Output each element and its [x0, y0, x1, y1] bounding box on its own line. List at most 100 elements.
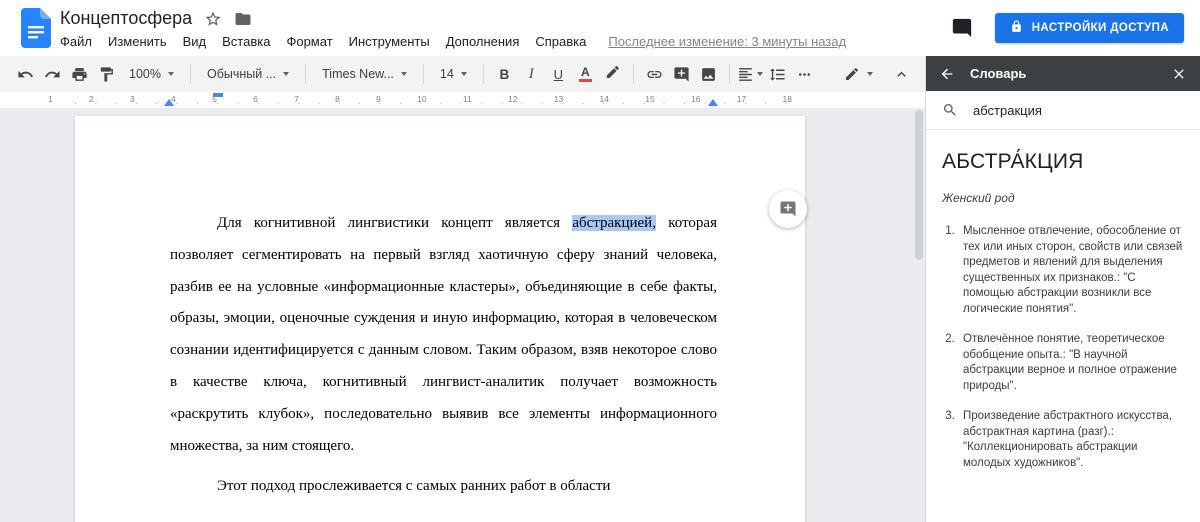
ruler-number: 9	[376, 94, 381, 104]
docs-logo-icon[interactable]	[21, 8, 51, 48]
text-color-label: A	[581, 67, 590, 78]
add-comment-fab[interactable]	[769, 190, 807, 228]
more-horizontal-icon	[796, 66, 813, 83]
ruler-number: 16	[691, 94, 700, 104]
sidebar-title: Словарь	[970, 66, 1156, 81]
ruler-number: 14	[600, 94, 609, 104]
paint-roller-icon	[98, 66, 115, 83]
highlight-color-button[interactable]	[599, 61, 626, 87]
pencil-icon	[844, 66, 860, 82]
paragraph-2: Этот подход прослеживается с самых ранни…	[170, 471, 717, 503]
menu-list: ФайлИзменитьВидВставкаФорматИнструментыД…	[52, 31, 594, 52]
font-family-value: Times New...	[322, 67, 394, 81]
bold-button[interactable]: B	[491, 61, 518, 87]
paint-format-button[interactable]	[93, 61, 120, 87]
document-canvas[interactable]: Для когнитивной лингвистики концепт явля…	[0, 108, 925, 522]
text-color-button[interactable]: A	[572, 61, 599, 87]
share-settings-button[interactable]: НАСТРОЙКИ ДОСТУПА	[995, 13, 1184, 43]
scrollbar-thumb[interactable]	[915, 110, 923, 260]
last-edit-link[interactable]: Последнее изменение: 3 минуты назад	[608, 34, 846, 49]
zoom-select[interactable]: 100%	[120, 61, 183, 87]
editing-mode-select[interactable]	[835, 61, 882, 87]
paragraph-1-before: Для когнитивной лингвистики концепт явля…	[217, 215, 572, 231]
caret-down-icon	[867, 72, 873, 76]
redo-button[interactable]	[39, 61, 66, 87]
menu-item[interactable]: Справка	[527, 31, 594, 52]
menu-item[interactable]: Дополнения	[438, 31, 528, 52]
caret-down-icon	[168, 72, 174, 76]
ruler-number: 10	[417, 94, 426, 104]
comment-plus-icon	[779, 200, 797, 218]
definition-item: Мысленное отвлечение, обособление от тех…	[958, 224, 1184, 317]
toolbar-separator	[633, 64, 634, 84]
align-left-icon	[737, 66, 754, 83]
print-icon	[71, 66, 88, 83]
font-size-select[interactable]: 14	[431, 61, 476, 87]
highlighted-word[interactable]: абстракцией,	[572, 215, 656, 231]
align-button[interactable]	[737, 61, 764, 87]
more-options-button[interactable]	[791, 61, 818, 87]
sidebar-header: Словарь	[926, 56, 1200, 91]
paragraph-style-value: Обычный ...	[207, 67, 276, 81]
print-button[interactable]	[66, 61, 93, 87]
ruler-number: 15	[645, 94, 654, 104]
insert-image-button[interactable]	[695, 61, 722, 87]
menu-item[interactable]: Вставка	[214, 31, 278, 52]
toolbar-separator	[423, 64, 424, 84]
topbar-right: НАСТРОЙКИ ДОСТУПА	[951, 13, 1184, 43]
right-indent-marker[interactable]	[708, 99, 718, 106]
ruler-number: 7	[294, 94, 299, 104]
menu-item[interactable]: Формат	[278, 31, 340, 52]
star-icon[interactable]	[204, 10, 222, 28]
undo-icon	[17, 66, 34, 83]
ruler-number: 17	[737, 94, 746, 104]
ruler-number: 1	[48, 94, 53, 104]
ruler-number: 18	[783, 94, 792, 104]
caret-down-icon	[401, 72, 407, 76]
ruler-number: 2	[89, 94, 94, 104]
document-page[interactable]: Для когнитивной лингвистики концепт явля…	[75, 116, 805, 522]
toolbar-right-group	[835, 61, 925, 87]
move-to-folder-icon[interactable]	[234, 10, 252, 28]
menu-item[interactable]: Инструменты	[341, 31, 438, 52]
italic-button[interactable]: I	[518, 61, 545, 87]
menu-item[interactable]: Вид	[175, 31, 215, 52]
paragraph-1: Для когнитивной лингвистики концепт явля…	[170, 208, 717, 462]
menu-item[interactable]: Изменить	[100, 31, 175, 52]
menu-item[interactable]: Файл	[52, 31, 100, 52]
redo-icon	[44, 66, 61, 83]
chevron-up-icon	[893, 66, 910, 83]
undo-button[interactable]	[12, 61, 39, 87]
comments-icon[interactable]	[951, 17, 973, 39]
toolbar-separator	[729, 64, 730, 84]
left-indent-marker[interactable]	[164, 99, 174, 106]
ruler-number: 11	[463, 94, 472, 104]
font-family-select[interactable]: Times New...	[313, 61, 416, 87]
search-icon	[942, 102, 958, 118]
collapse-menus-button[interactable]	[888, 61, 915, 87]
first-line-indent-marker[interactable]	[213, 93, 223, 97]
document-title[interactable]: Концептосфера	[60, 8, 192, 29]
dictionary-sidebar: Словарь АБСТРА́КЦИЯ Женский род Мысленно…	[925, 56, 1200, 522]
word-gender: Женский род	[942, 191, 1184, 205]
caret-down-icon	[283, 72, 289, 76]
underline-button[interactable]: U	[545, 61, 572, 87]
scrollbar[interactable]	[914, 110, 924, 518]
ruler-number: 12	[508, 94, 517, 104]
back-icon[interactable]	[939, 66, 955, 82]
text-color-bar	[579, 79, 592, 82]
line-spacing-button[interactable]	[764, 61, 791, 87]
paragraph-style-select[interactable]: Обычный ...	[198, 61, 298, 87]
insert-comment-button[interactable]	[668, 61, 695, 87]
title-row: Концептосфера	[60, 8, 252, 29]
search-input[interactable]	[971, 102, 1184, 119]
close-icon[interactable]	[1171, 66, 1187, 82]
definition-item: Произведение абстрактного искусства, абс…	[958, 409, 1184, 471]
add-comment-icon	[673, 66, 690, 83]
google-docs-app: Концептосфера ФайлИзменитьВидВставкаФорм…	[0, 0, 1200, 522]
definition-item: Отвлечённое понятие, теоретическое обобщ…	[958, 332, 1184, 394]
dictionary-word: АБСТРА́КЦИЯ	[942, 150, 1184, 174]
caret-down-icon	[757, 72, 763, 76]
insert-link-button[interactable]	[641, 61, 668, 87]
ruler[interactable]: 123456789101112131415161718	[0, 92, 925, 108]
